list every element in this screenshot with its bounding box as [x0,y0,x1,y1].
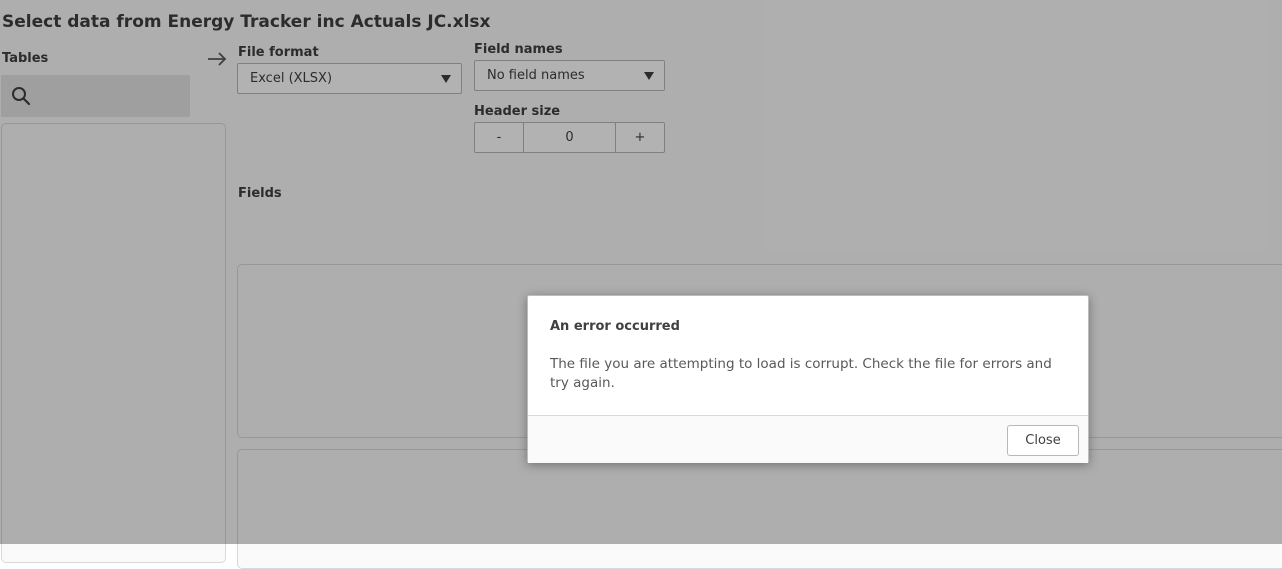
dialog-footer: Close [528,415,1088,463]
dialog-title: An error occurred [550,319,680,334]
dialog-message: The file you are attempting to load is c… [550,356,1052,391]
close-button[interactable]: Close [1007,425,1079,456]
error-dialog: An error occurred The file you are attem… [527,295,1089,463]
